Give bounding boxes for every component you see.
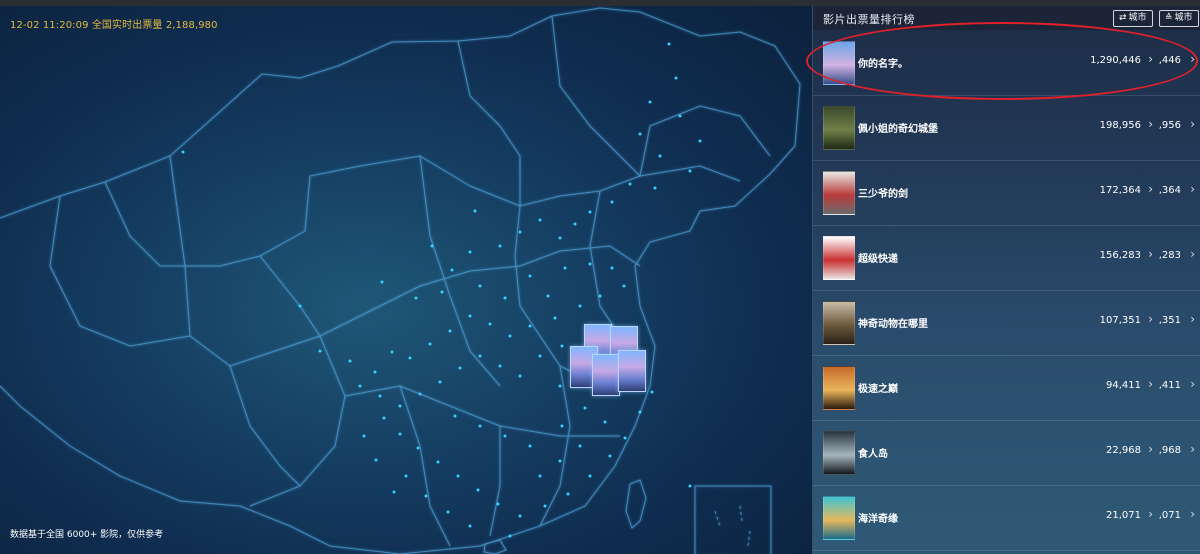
ticket-count-partial: ,968 [1158, 445, 1181, 456]
switch-city-button[interactable]: ⇄ 城市 [1113, 10, 1153, 27]
chevron-right-icon[interactable]: › [1148, 52, 1153, 66]
ranking-title: 影片出票量排行榜 [823, 13, 915, 26]
ticket-count-partial: ,956 [1158, 120, 1181, 131]
chevron-right-icon[interactable]: › [1148, 377, 1153, 391]
ticket-count-partial: ,283 [1158, 250, 1181, 261]
chevron-right-icon[interactable]: › [1148, 182, 1153, 196]
chevron-right-icon[interactable]: › [1190, 312, 1195, 326]
china-outline [0, 7, 801, 554]
ticket-count: 172,364 [1099, 185, 1141, 196]
ticket-count-partial: ,364 [1158, 185, 1181, 196]
live-count-value: 2,188,980 [165, 20, 218, 31]
ranking-row[interactable]: 你的名字。 1,290,446 › ,446 › [813, 30, 1200, 96]
movie-title: 超级快递 [858, 254, 898, 265]
ranking-row[interactable]: 极速之巅 94,411 › ,411 › [813, 355, 1200, 421]
ranking-row[interactable]: 佩小姐的奇幻城堡 198,956 › ,956 › [813, 95, 1200, 161]
movie-title: 三少爷的剑 [858, 189, 908, 200]
chevron-right-icon[interactable]: › [1190, 247, 1195, 261]
sort-city-button[interactable]: ≙ 城市 [1159, 10, 1199, 27]
map-poster-cluster[interactable] [570, 324, 646, 406]
movie-poster[interactable] [823, 41, 855, 85]
movie-title: 食人岛 [858, 449, 888, 460]
china-map-panel: 12-02 11:20:09 全国实时出票量 2,188,980 数据基于全国 … [0, 6, 812, 554]
ticket-count: 21,071 [1106, 510, 1141, 521]
movie-title: 极速之巅 [858, 384, 898, 395]
chevron-right-icon[interactable]: › [1190, 52, 1195, 66]
movie-title: 佩小姐的奇幻城堡 [858, 124, 938, 135]
movie-poster[interactable] [823, 301, 855, 345]
ranking-row[interactable]: 三少爷的剑 172,364 › ,364 › [813, 160, 1200, 226]
ticket-count: 94,411 [1106, 380, 1141, 391]
chevron-right-icon[interactable]: › [1148, 442, 1153, 456]
chevron-right-icon[interactable]: › [1148, 507, 1153, 521]
movie-poster[interactable] [823, 366, 855, 410]
ticket-count-partial: ,446 [1158, 55, 1181, 66]
ticket-count: 107,351 [1099, 315, 1141, 326]
data-footnote: 数据基于全国 6000+ 影院，仅供参考 [10, 530, 164, 540]
chevron-right-icon[interactable]: › [1148, 247, 1153, 261]
movie-title: 海洋奇缘 [858, 514, 898, 525]
movie-poster[interactable] [823, 496, 855, 540]
ranking-row[interactable]: 超级快递 156,283 › ,283 › [813, 225, 1200, 291]
ranking-row[interactable]: 海洋奇缘 21,071 › ,071 › [813, 485, 1200, 551]
ticket-count: 156,283 [1099, 250, 1141, 261]
ranking-row[interactable]: 食人岛 22,968 › ,968 › [813, 420, 1200, 486]
ranking-row[interactable]: 神奇动物在哪里 107,351 › ,351 › [813, 290, 1200, 356]
china-map [0, 7, 801, 554]
chevron-right-icon[interactable]: › [1190, 442, 1195, 456]
chevron-right-icon[interactable]: › [1190, 507, 1195, 521]
box-office-ranking-panel: 影片出票量排行榜 ⇄ 城市 ≙ 城市 你的名字。 1,290,446 › ,446 › 佩小姐… [812, 6, 1200, 554]
live-ticket-count: 12-02 11:20:09 全国实时出票量 2,188,980 [10, 16, 218, 31]
city-dots [181, 42, 702, 538]
movie-poster[interactable] [823, 106, 855, 150]
ticket-count-partial: ,351 [1158, 315, 1181, 326]
chevron-right-icon[interactable]: › [1148, 312, 1153, 326]
ticket-count-partial: ,411 [1158, 380, 1181, 391]
ticket-count: 198,956 [1099, 120, 1141, 131]
switch-city-label: 城市 [1128, 13, 1147, 23]
swap-icon: ⇄ [1119, 13, 1127, 23]
live-prefix: 12-02 11:20:09 全国实时出票量 [10, 20, 163, 31]
map-poster-thumb[interactable] [592, 354, 620, 396]
movie-poster[interactable] [823, 431, 855, 475]
chevron-right-icon[interactable]: › [1190, 182, 1195, 196]
chevron-right-icon[interactable]: › [1148, 117, 1153, 131]
sort-city-label: 城市 [1174, 13, 1193, 23]
movie-poster[interactable] [823, 171, 855, 215]
ticket-count: 1,290,446 [1090, 55, 1141, 66]
chevron-right-icon[interactable]: › [1190, 377, 1195, 391]
chevron-right-icon[interactable]: › [1190, 117, 1195, 131]
movie-poster[interactable] [823, 236, 855, 280]
movie-title: 神奇动物在哪里 [858, 319, 928, 330]
ticket-count-partial: ,071 [1158, 510, 1181, 521]
movie-title: 你的名字。 [858, 59, 908, 70]
map-poster-thumb[interactable] [618, 350, 646, 392]
ticket-count: 22,968 [1106, 445, 1141, 456]
sort-icon: ≙ [1165, 13, 1173, 23]
ranking-header: 影片出票量排行榜 ⇄ 城市 ≙ 城市 [813, 6, 1200, 30]
